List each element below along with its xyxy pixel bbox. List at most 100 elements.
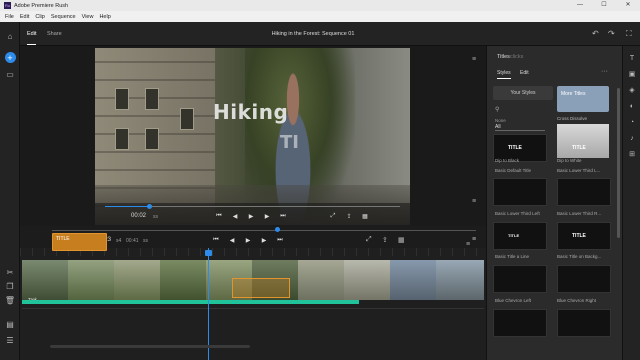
your-styles-button[interactable]: Your Styles xyxy=(493,86,553,100)
more-options-icon[interactable]: ··· xyxy=(601,68,608,75)
cross-dissolve-label: Cross Dissolve xyxy=(557,116,588,121)
tab-edit[interactable]: Edit xyxy=(27,31,37,45)
title-card[interactable] xyxy=(557,309,611,337)
more-titles-button[interactable]: More Titles xyxy=(557,86,609,112)
preview-menu-icon[interactable]: ≡ xyxy=(472,56,476,63)
step-forward-icon[interactable]: ▶ xyxy=(256,237,272,244)
menu-sequence[interactable]: Sequence xyxy=(51,14,76,20)
titles-scrollbar[interactable] xyxy=(617,88,620,238)
filter-value: All xyxy=(495,124,545,131)
home-icon[interactable]: ⌂ xyxy=(4,30,16,42)
card-name: Basic Default Title xyxy=(495,168,532,173)
duplicate-icon[interactable]: ❐ xyxy=(4,280,16,292)
effects-icon[interactable]: ◈ xyxy=(627,86,637,96)
title-card[interactable]: TITLE xyxy=(557,222,611,250)
video-title-text: Hiking xyxy=(213,100,289,124)
panel-title: Titlesclicks xyxy=(497,54,524,60)
card-name: Basic Title on Backg... xyxy=(557,254,602,259)
title-clip[interactable]: TITLE xyxy=(52,233,107,251)
project-title: Hiking in the Forest: Sequence 01 xyxy=(271,31,355,37)
title-card[interactable] xyxy=(493,309,547,337)
main-scrub-handle[interactable] xyxy=(275,227,280,232)
go-to-start-icon[interactable]: ⏮ xyxy=(208,237,224,244)
transitions-icon[interactable]: ▣ xyxy=(627,70,637,80)
app-title: Adobe Premiere Rush xyxy=(14,2,69,9)
play-icon[interactable]: ▶ xyxy=(240,237,256,244)
title-card[interactable] xyxy=(493,178,547,206)
go-to-end-icon[interactable]: ⏭ xyxy=(275,213,291,220)
tab-styles[interactable]: Styles xyxy=(497,70,511,79)
quality-icon[interactable]: ▦ xyxy=(398,236,405,244)
export-frame-icon[interactable]: ⇪ xyxy=(341,213,357,220)
go-to-end-icon[interactable]: ⏭ xyxy=(272,237,288,244)
maximize-button[interactable]: ☐ xyxy=(592,0,616,11)
more-titles-label: More Titles xyxy=(561,91,586,97)
titles-icon[interactable]: T xyxy=(627,54,637,64)
menu-edit[interactable]: Edit xyxy=(20,14,29,20)
card-name: Basic Lower Third R... xyxy=(557,211,602,216)
window-titlebar: Ru Adobe Premiere Rush — ☐ ✕ xyxy=(0,0,640,11)
close-button[interactable]: ✕ xyxy=(616,0,640,11)
preview-controls: 00:02 ss ⏮ ◀ ▶ ▶ ⏭ ⤢ ⇪ ▦ xyxy=(95,203,410,225)
card-name: Basic Title a Line xyxy=(495,254,530,259)
preview-stage: Hiking TI 00:02 ss ⏮ ◀ ▶ ▶ ⏭ ⤢ ⇪ ▦ ≡ ≡ xyxy=(20,46,486,236)
undo-icon[interactable]: ↶ xyxy=(592,29,599,38)
card-name: Blue Chevron Left xyxy=(495,298,532,303)
selected-title-overlay[interactable] xyxy=(232,278,290,298)
play-icon[interactable]: ▶ xyxy=(243,213,259,220)
menu-bar: File Edit Clip Sequence View Help xyxy=(0,11,640,22)
audio-track-bar[interactable] xyxy=(22,300,359,304)
filter-dropdown[interactable]: None All xyxy=(495,118,545,131)
scissors-icon[interactable]: ✂ xyxy=(4,266,16,278)
video-preview[interactable]: Hiking TI 00:02 ss ⏮ ◀ ▶ ▶ ⏭ ⤢ ⇪ ▦ xyxy=(95,48,410,225)
export-frame-icon[interactable]: ⇪ xyxy=(382,236,388,244)
timeline-menu-icon[interactable]: ≡ xyxy=(466,241,470,248)
minimize-button[interactable]: — xyxy=(568,0,592,11)
timeline-scrollbar[interactable] xyxy=(50,345,250,348)
titles-panel: Titlesclicks Styles Edit ··· Your Styles… xyxy=(486,46,622,360)
main-duration: 00:41 xyxy=(126,238,139,244)
app-logo-icon: Ru xyxy=(4,2,11,9)
card-label: TITLE xyxy=(508,233,520,238)
redo-icon[interactable]: ↷ xyxy=(608,29,615,38)
quality-icon[interactable]: ▦ xyxy=(357,213,373,220)
title-card[interactable]: TITLE xyxy=(493,222,547,250)
title-card[interactable] xyxy=(493,265,547,293)
preview-scrub-handle[interactable] xyxy=(147,204,152,209)
menu-view[interactable]: View xyxy=(82,14,94,20)
search-icon[interactable]: ⚲ xyxy=(495,106,499,113)
step-back-icon[interactable]: ◀ xyxy=(224,237,240,244)
tab-edit-title[interactable]: Edit xyxy=(520,70,529,76)
audio-icon[interactable]: ♪ xyxy=(627,134,637,144)
menu-clip[interactable]: Clip xyxy=(35,14,44,20)
title-card[interactable] xyxy=(557,265,611,293)
fit-icon[interactable]: ⤢ xyxy=(366,236,372,244)
tab-share[interactable]: Share xyxy=(47,31,62,37)
card-label: TITLE xyxy=(572,145,586,151)
main-duration-frames: ss xyxy=(143,238,148,244)
playback-menu-icon[interactable]: ≡ xyxy=(472,236,476,243)
add-media-icon[interactable]: + xyxy=(4,52,16,63)
preview-menu-icon-lower[interactable]: ≡ xyxy=(472,198,476,205)
transform-icon[interactable]: ⊞ xyxy=(627,150,637,160)
fullscreen-icon[interactable]: ⛶ xyxy=(626,29,632,39)
timeline-panel: TITLE Trek ≡ xyxy=(20,233,486,360)
step-forward-icon[interactable]: ▶ xyxy=(259,213,275,220)
color-icon[interactable]: ◐ xyxy=(627,102,637,112)
top-header: Edit Share Hiking in the Forest: Sequenc… xyxy=(20,22,640,46)
step-back-icon[interactable]: ◀ xyxy=(227,213,243,220)
delete-icon[interactable]: 🗑 xyxy=(4,294,16,306)
title-card[interactable] xyxy=(557,178,611,206)
track-view-icon[interactable]: ▤ xyxy=(4,318,16,330)
menu-file[interactable]: File xyxy=(5,14,14,20)
card-name: Dip to White xyxy=(557,158,582,163)
playhead[interactable] xyxy=(205,248,212,360)
main-scrubber[interactable] xyxy=(52,230,476,231)
timeline-settings-icon[interactable]: ☰ xyxy=(4,334,16,346)
go-to-start-icon[interactable]: ⏮ xyxy=(211,213,227,220)
project-panel-icon[interactable]: ▭ xyxy=(4,68,16,80)
speed-icon[interactable]: ◔ xyxy=(627,118,637,128)
menu-help[interactable]: Help xyxy=(99,14,110,20)
fit-icon[interactable]: ⤢ xyxy=(325,213,341,220)
preview-timecode: 00:02 xyxy=(131,213,147,219)
